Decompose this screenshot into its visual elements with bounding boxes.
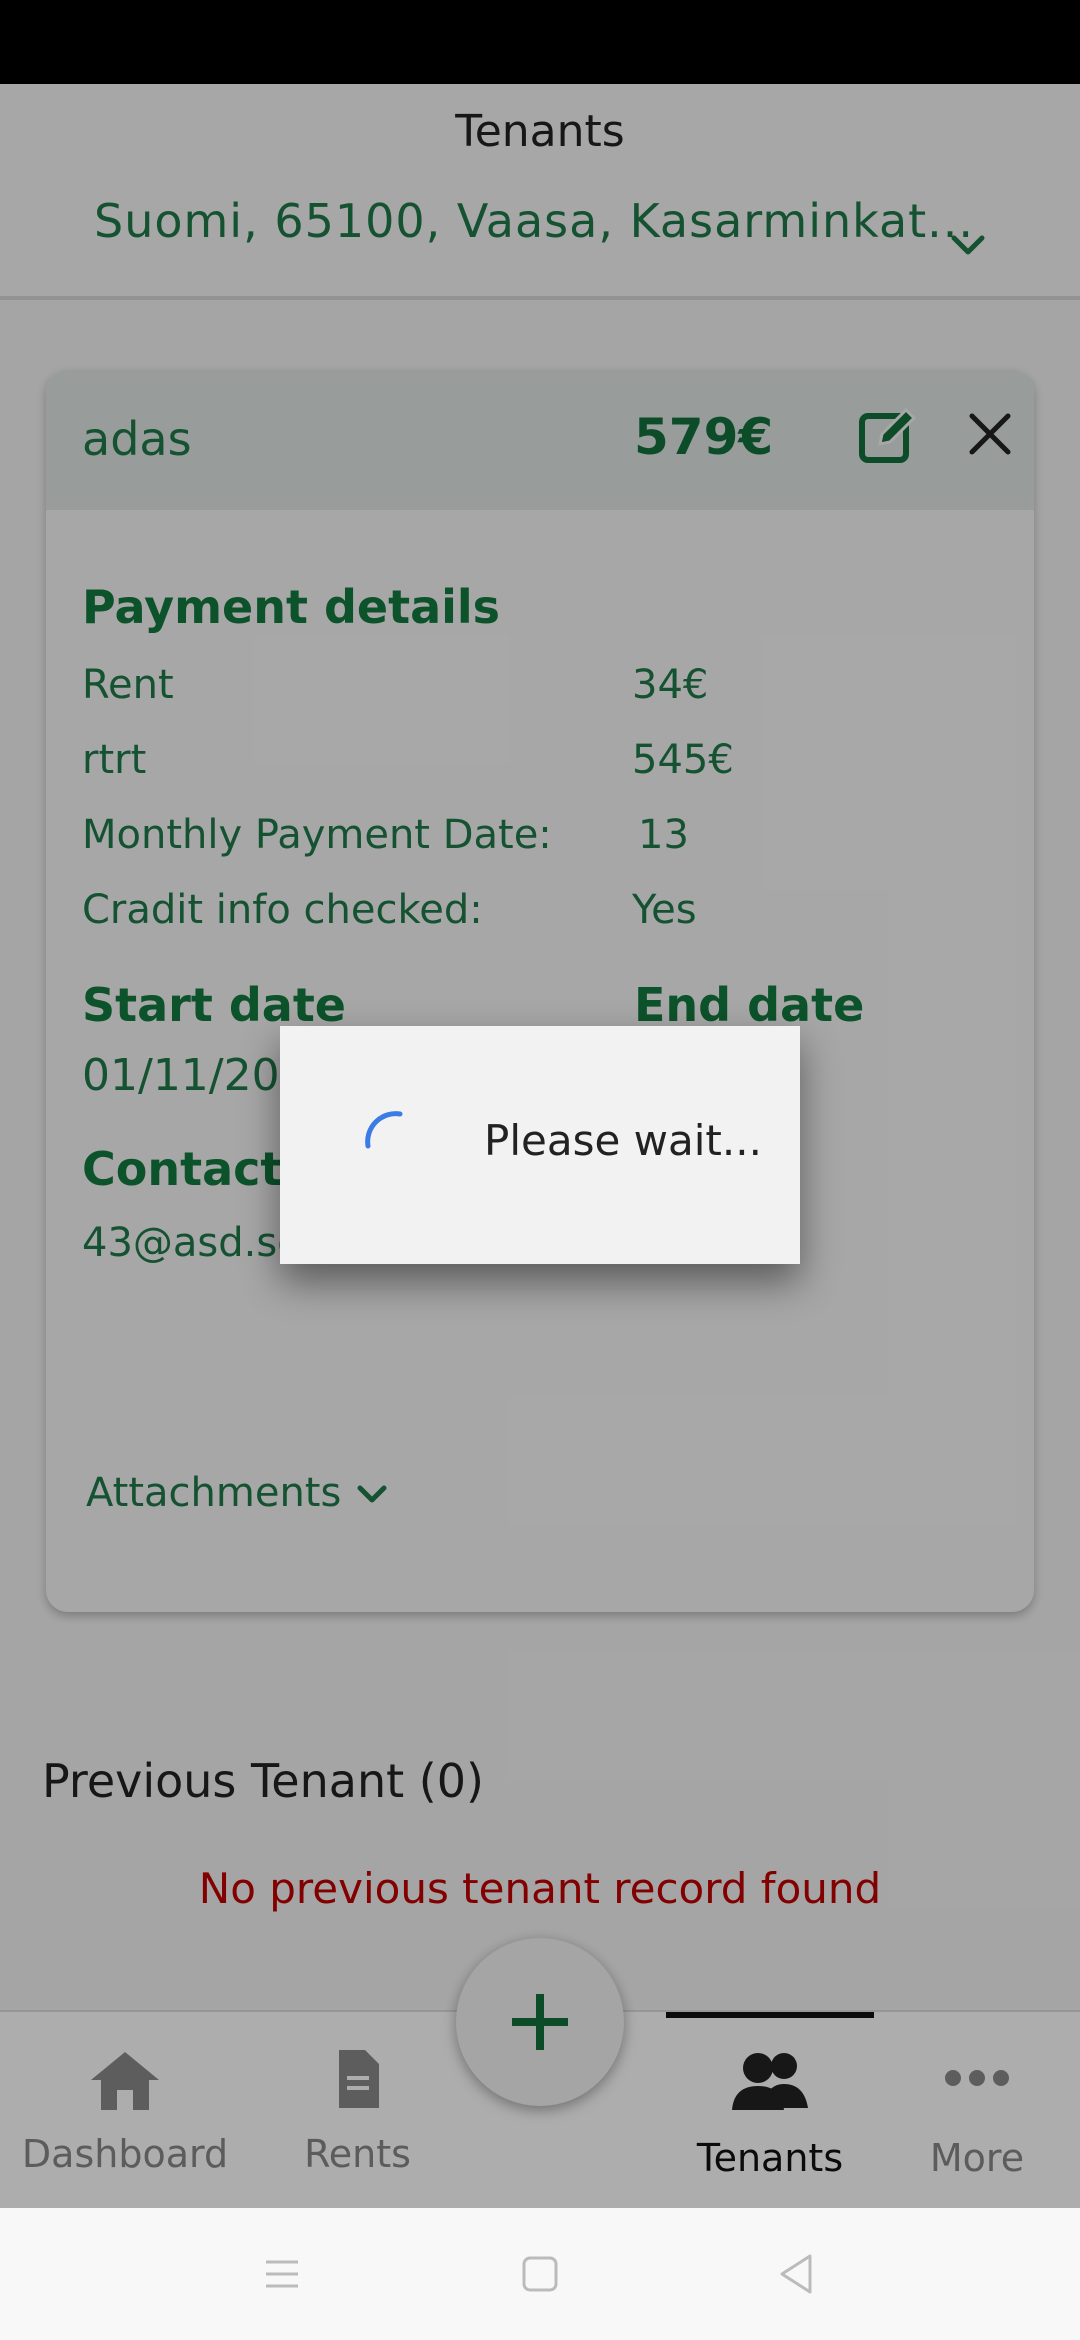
loading-dialog: Please wait... <box>280 1026 800 1264</box>
loading-message: Please wait... <box>484 1116 762 1165</box>
status-bar <box>0 0 1080 84</box>
system-navigation-bar <box>0 2208 1080 2340</box>
back-icon[interactable] <box>776 2252 816 2296</box>
menu-icon[interactable] <box>262 2254 302 2294</box>
loading-spinner-icon <box>365 1111 403 1149</box>
home-square-icon[interactable] <box>520 2254 560 2294</box>
